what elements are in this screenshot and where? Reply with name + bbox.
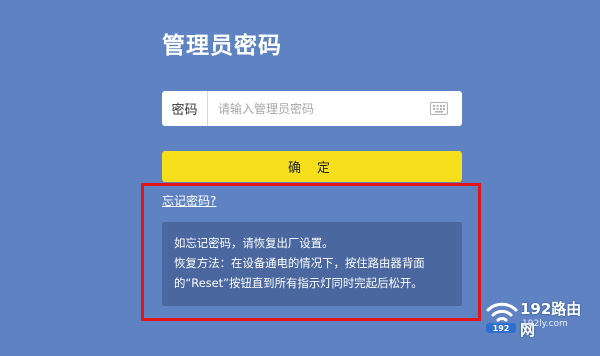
reset-tip-panel: 如忘记密码，请恢复出厂设置。 恢复方法：在设备通电的情况下，按住路由器背面 的“… [162, 222, 462, 306]
tip-line-2: 恢复方法：在设备通电的情况下，按住路由器背面 [174, 256, 425, 270]
wifi-logo-icon: 192 [486, 302, 518, 333]
site-watermark: 192 192路由网 192ly.com [482, 292, 594, 339]
keyboard-icon[interactable] [430, 102, 448, 115]
password-field-container: 密码 [162, 91, 462, 126]
page-title: 管理员密码 [162, 33, 282, 59]
logo-number: 192 [493, 324, 510, 333]
tip-line-1: 如忘记密码，请恢复出厂设置。 [174, 236, 334, 250]
tip-line-3: 的“Reset”按钮直到所有指示灯同时完起后松开。 [174, 276, 423, 290]
password-input[interactable] [208, 91, 430, 126]
password-label: 密码 [162, 91, 208, 126]
watermark-url: 192ly.com [522, 319, 568, 329]
confirm-button[interactable]: 确定 [162, 151, 462, 182]
forgot-password-link[interactable]: 忘记密码? [162, 192, 216, 209]
